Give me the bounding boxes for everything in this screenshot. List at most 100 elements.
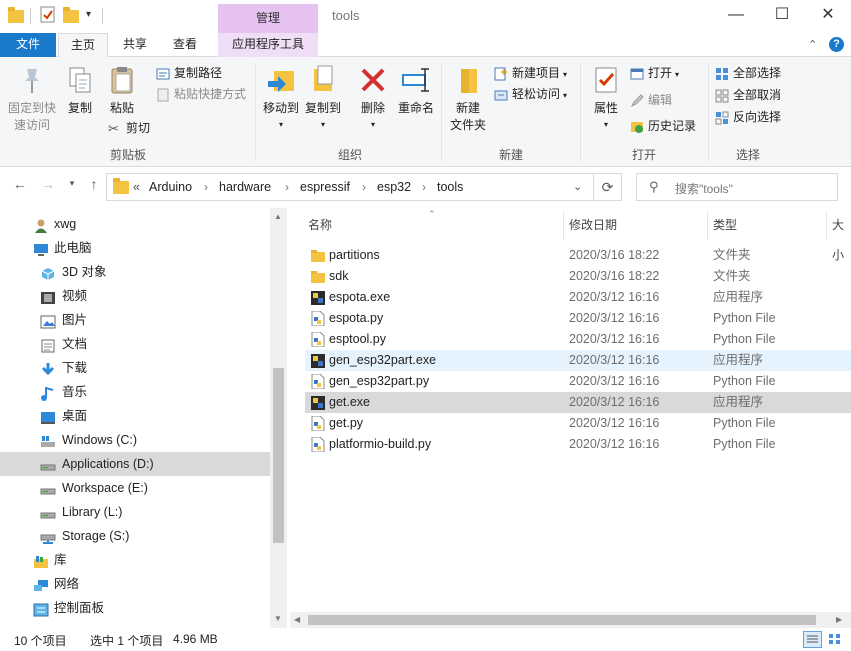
scroll-left-icon[interactable]: ◀ — [294, 615, 300, 624]
easy-access-button[interactable]: 轻松访问 ▾ — [494, 85, 567, 105]
selection-count: 选中 1 个项目 — [90, 634, 164, 648]
nav-scrollbar[interactable]: ▲ ▼ — [270, 208, 287, 628]
invert-selection-button[interactable]: 反向选择 — [715, 108, 781, 128]
breadcrumb-tools[interactable]: tools — [437, 180, 463, 194]
file-row[interactable]: get.exe 2020/3/12 16:16 应用程序 — [305, 392, 851, 413]
scroll-thumb[interactable] — [273, 368, 284, 543]
move-to-button[interactable]: 移动到 ▾ — [260, 65, 302, 130]
paste-shortcut-button[interactable]: 粘贴快捷方式 — [156, 85, 246, 105]
nav-item[interactable]: 桌面 — [0, 404, 270, 428]
nav-item[interactable]: 下载 — [0, 356, 270, 380]
column-name[interactable]: 名称 — [308, 210, 332, 240]
column-separator[interactable] — [707, 212, 708, 240]
ribbon-collapse-icon[interactable]: ⌃ — [808, 38, 817, 51]
file-row[interactable]: gen_esp32part.exe 2020/3/12 16:16 应用程序 — [305, 350, 851, 371]
close-button[interactable]: ✕ — [805, 0, 851, 30]
file-row[interactable]: sdk 2020/3/16 18:22 文件夹 — [305, 266, 851, 287]
tab-app-tools[interactable]: 应用程序工具 — [218, 33, 318, 57]
copy-button[interactable]: 复制 — [62, 65, 98, 116]
properties-button[interactable]: 属性 ▾ — [588, 65, 624, 130]
edit-button[interactable]: 编辑 — [630, 91, 672, 111]
file-row[interactable]: get.py 2020/3/12 16:16 Python File — [305, 413, 851, 434]
column-separator[interactable] — [563, 212, 564, 240]
tab-share[interactable]: 共享 — [112, 33, 158, 57]
help-icon[interactable]: ? — [829, 37, 844, 52]
scroll-up-icon[interactable]: ▲ — [274, 212, 282, 221]
refresh-button[interactable]: ⟳ — [594, 173, 622, 201]
nav-item[interactable]: Storage (S:) — [0, 524, 270, 548]
nav-item[interactable]: Applications (D:) — [0, 452, 270, 476]
column-separator[interactable] — [826, 212, 827, 240]
file-row[interactable]: partitions 2020/3/16 18:22 文件夹 — [305, 245, 851, 266]
breadcrumb-espressif[interactable]: espressif — [300, 180, 350, 194]
tab-view[interactable]: 查看 — [162, 33, 208, 57]
up-button[interactable]: ↑ — [84, 176, 104, 192]
chevron-right-icon[interactable]: › — [285, 180, 289, 194]
search-input[interactable]: ⚲ 搜索"tools" — [636, 173, 838, 201]
nav-item[interactable]: Library (L:) — [0, 500, 270, 524]
copy-path-button[interactable]: 复制路径 — [156, 64, 222, 84]
tab-file[interactable]: 文件 — [0, 33, 56, 57]
chevron-right-icon[interactable]: › — [422, 180, 426, 194]
nav-item[interactable]: 图片 — [0, 308, 270, 332]
rename-button[interactable]: 重命名 — [395, 65, 437, 116]
select-none-button[interactable]: 全部取消 — [715, 86, 781, 106]
forward-button[interactable]: → — [38, 176, 58, 192]
tab-home[interactable]: 主页 — [58, 33, 108, 58]
breadcrumb-arduino[interactable]: Arduino — [149, 180, 192, 194]
nav-item[interactable]: xwg — [0, 212, 270, 236]
rename-icon — [401, 65, 431, 95]
nav-item[interactable]: 控制面板 — [0, 596, 270, 620]
address-bar[interactable]: « Arduino › hardware › espressif › esp32… — [106, 173, 594, 201]
new-item-button[interactable]: 新建项目 ▾ — [494, 64, 567, 84]
new-folder-button[interactable]: 新建 文件夹 — [446, 65, 490, 133]
breadcrumb-overflow[interactable]: « — [133, 180, 140, 194]
open-button[interactable]: 打开 ▾ — [630, 64, 679, 84]
file-row[interactable]: espota.py 2020/3/12 16:16 Python File — [305, 308, 851, 329]
cut-button[interactable]: ✂ 剪切 — [108, 119, 150, 139]
column-size[interactable]: 大小 — [832, 210, 851, 262]
nav-item[interactable]: 库 — [0, 548, 270, 572]
context-tab-manage[interactable]: 管理 — [218, 4, 318, 33]
nav-item[interactable]: 此电脑 — [0, 236, 270, 260]
horizontal-scrollbar[interactable]: ◀ ▶ — [290, 612, 851, 628]
column-date[interactable]: 修改日期 — [569, 210, 617, 240]
scroll-thumb[interactable] — [308, 615, 816, 625]
copy-to-button[interactable]: 复制到 ▾ — [302, 65, 344, 130]
column-type[interactable]: 类型 — [713, 210, 737, 240]
maximize-button[interactable]: ☐ — [759, 0, 805, 30]
minimize-button[interactable]: — — [713, 0, 759, 30]
history-button[interactable]: 历史记录 — [630, 117, 696, 137]
nav-item[interactable]: 音乐 — [0, 380, 270, 404]
file-type: 应用程序 — [713, 395, 764, 409]
breadcrumb-hardware[interactable]: hardware — [219, 180, 271, 194]
file-row[interactable]: esptool.py 2020/3/12 16:16 Python File — [305, 329, 851, 350]
new-folder-quick-icon[interactable] — [63, 6, 79, 24]
breadcrumb-esp32[interactable]: esp32 — [377, 180, 411, 194]
chevron-right-icon[interactable]: › — [204, 180, 208, 194]
file-row[interactable]: gen_esp32part.py 2020/3/12 16:16 Python Fi… — [305, 371, 851, 392]
paste-button[interactable]: 粘贴 — [104, 65, 140, 116]
pin-quick-access-button[interactable]: 固定到快 速访问 — [6, 65, 58, 133]
delete-button[interactable]: 删除 ▾ — [355, 65, 391, 130]
properties-quick-icon[interactable] — [40, 6, 56, 24]
customize-quick-access-icon[interactable]: ▾ — [86, 9, 91, 20]
nav-item[interactable]: 网络 — [0, 572, 270, 596]
nav-item[interactable]: 视频 — [0, 284, 270, 308]
large-icons-view-button[interactable] — [826, 631, 845, 648]
scroll-down-icon[interactable]: ▼ — [274, 614, 282, 623]
details-view-button[interactable] — [803, 631, 822, 648]
file-row[interactable]: espota.exe 2020/3/12 16:16 应用程序 — [305, 287, 851, 308]
nav-item[interactable]: Windows (C:) — [0, 428, 270, 452]
dropdown-icon: ▾ — [563, 70, 568, 79]
address-dropdown-icon[interactable]: ⌄ — [573, 180, 582, 193]
scroll-right-icon[interactable]: ▶ — [836, 615, 842, 624]
nav-item[interactable]: 文档 — [0, 332, 270, 356]
recent-locations-icon[interactable]: ▾ — [62, 178, 82, 189]
chevron-right-icon[interactable]: › — [362, 180, 366, 194]
nav-item[interactable]: Workspace (E:) — [0, 476, 270, 500]
file-row[interactable]: platformio-build.py 2020/3/12 16:16 Python… — [305, 434, 851, 455]
select-all-button[interactable]: 全部选择 — [715, 64, 781, 84]
nav-item[interactable]: 3D 对象 — [0, 260, 270, 284]
back-button[interactable]: ← — [10, 176, 30, 192]
